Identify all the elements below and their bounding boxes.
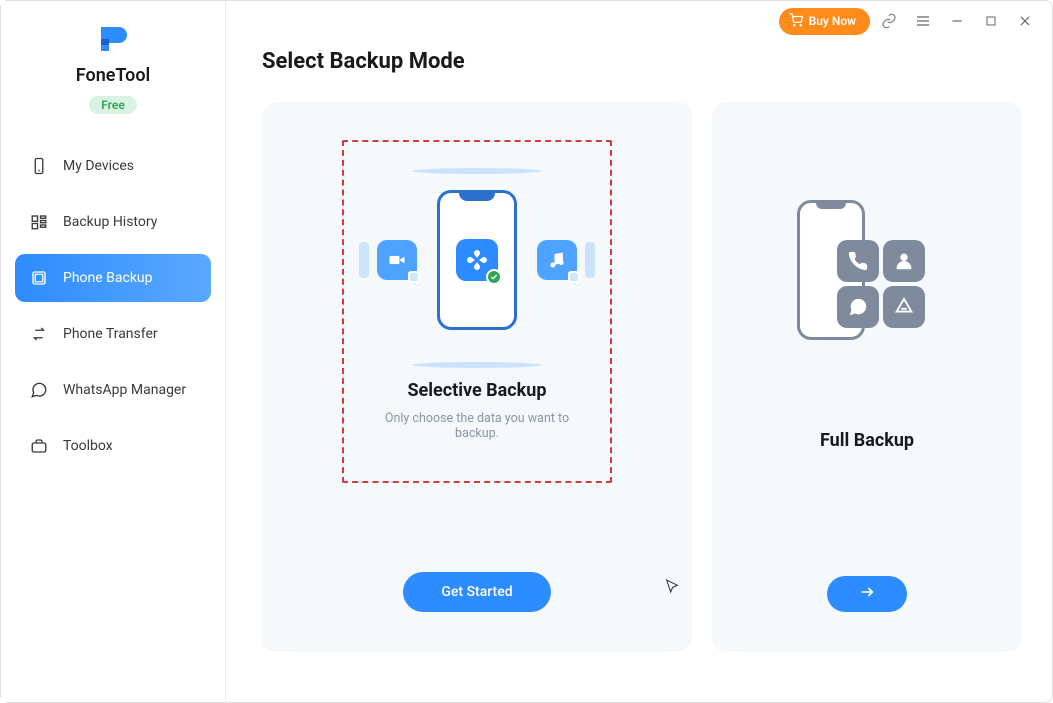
card-full-backup[interactable]: Full Backup <box>712 102 1022 652</box>
appstore-icon <box>883 286 925 328</box>
app-name: FoneTool <box>1 65 225 86</box>
backup-mode-cards: Selective Backup Only choose the data yo… <box>262 102 1016 652</box>
nav-backup-history[interactable]: Backup History <box>15 198 211 246</box>
get-started-button[interactable]: Get Started <box>403 572 550 612</box>
history-icon <box>29 212 49 232</box>
check-icon <box>486 269 502 285</box>
cursor-icon <box>664 578 680 594</box>
sidebar: FoneTool Free My Devices Backup History … <box>1 1 226 702</box>
fan-icon <box>456 239 498 281</box>
transfer-icon <box>29 324 49 344</box>
nav-my-devices[interactable]: My Devices <box>15 142 211 190</box>
nav-label: Phone Transfer <box>63 326 158 342</box>
free-badge: Free <box>89 96 137 114</box>
message-icon <box>837 286 879 328</box>
full-title: Full Backup <box>820 430 914 451</box>
whatsapp-icon <box>29 380 49 400</box>
full-illustration <box>787 200 947 380</box>
nav-label: Backup History <box>63 214 157 230</box>
nav-label: Toolbox <box>63 438 113 454</box>
video-icon <box>377 240 417 280</box>
nav-label: WhatsApp Manager <box>63 382 186 398</box>
selective-subtitle: Only choose the data you want to backup. <box>374 411 580 441</box>
phone-icon <box>437 190 517 330</box>
highlighted-region: Selective Backup Only choose the data yo… <box>342 140 612 483</box>
page-title: Select Backup Mode <box>262 49 1016 74</box>
arrow-right-icon <box>857 584 877 605</box>
phone-call-icon <box>837 240 879 282</box>
contact-icon <box>883 240 925 282</box>
nav-whatsapp-manager[interactable]: WhatsApp Manager <box>15 366 211 414</box>
device-icon <box>29 156 49 176</box>
nav-label: My Devices <box>63 158 134 174</box>
music-icon <box>537 240 577 280</box>
backup-icon <box>29 268 49 288</box>
logo-block: FoneTool Free <box>1 21 225 142</box>
nav-toolbox[interactable]: Toolbox <box>15 422 211 470</box>
nav-phone-backup[interactable]: Phone Backup <box>15 254 211 302</box>
nav-list: My Devices Backup History Phone Backup P… <box>1 142 225 470</box>
nav-phone-transfer[interactable]: Phone Transfer <box>15 310 211 358</box>
nav-label: Phone Backup <box>63 270 153 286</box>
card-selective-backup[interactable]: Selective Backup Only choose the data yo… <box>262 102 692 652</box>
selective-illustration <box>377 172 577 352</box>
full-backup-arrow-button[interactable] <box>827 576 907 612</box>
app-logo-icon <box>95 21 131 57</box>
toolbox-icon <box>29 436 49 456</box>
main-content: Select Backup Mode <box>226 1 1052 702</box>
selective-title: Selective Backup <box>407 380 546 401</box>
